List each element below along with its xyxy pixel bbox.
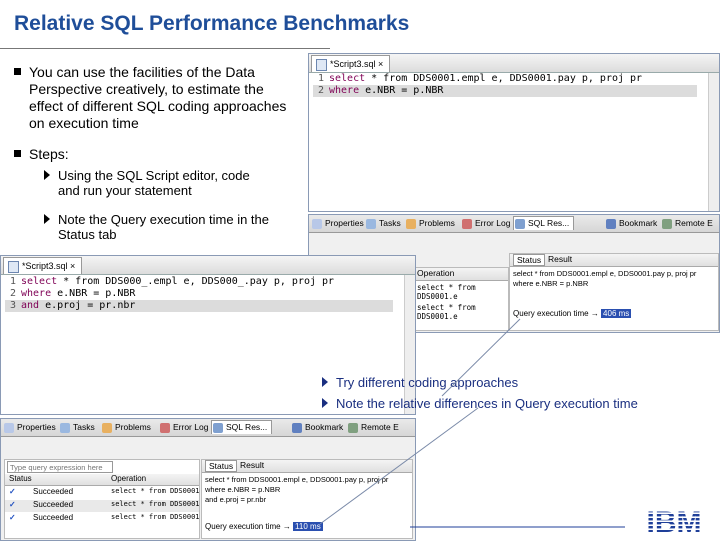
ibm-logo-graphic: IBM: [647, 506, 702, 539]
connector-line-1: [441, 318, 521, 397]
callout-connectors: [319, 318, 625, 528]
ibm-logo: IBM: [638, 506, 710, 539]
svg-text:IBM: IBM: [647, 506, 702, 536]
connector-line-2: [319, 407, 479, 525]
